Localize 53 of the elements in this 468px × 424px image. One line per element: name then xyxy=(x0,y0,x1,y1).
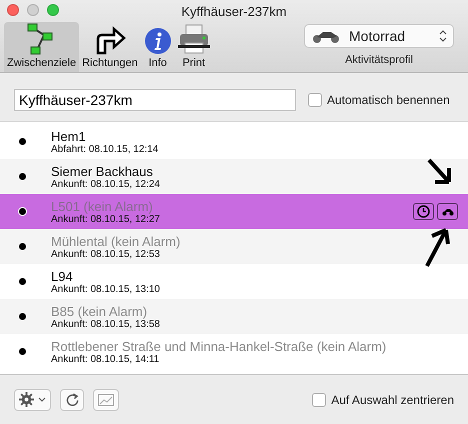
waypoint-time: Ankunft: 08.10.15, 13:10 xyxy=(51,284,160,294)
waypoint-time: Ankunft: 08.10.15, 12:53 xyxy=(51,248,160,260)
refresh-icon xyxy=(66,393,78,406)
settings-icon xyxy=(19,392,34,407)
profile-select[interactable]: Motorrad xyxy=(304,24,454,48)
waypoint-name: Mühlental (kein Alarm) xyxy=(51,234,180,248)
waypoint-name: Rottlebener Straße und Minna-Hankel-Straße (kein Alarm) xyxy=(51,338,386,354)
bullet-icon xyxy=(19,348,26,355)
center-selection-checkbox[interactable]: Auf Auswahl zentrieren xyxy=(312,392,454,406)
waypoint-name: Siemer Backhaus xyxy=(51,164,154,178)
waypoint-time: Ankunft: 08.10.15, 12:27 xyxy=(51,214,160,224)
motorcycle-icon xyxy=(442,208,454,216)
close-button[interactable] xyxy=(7,4,19,16)
bullet-icon xyxy=(19,208,26,215)
bullet-icon xyxy=(19,243,26,250)
waypoint-row[interactable]: Siemer Backhaus Ankunft: 08.10.15, 12:24 xyxy=(0,159,468,194)
line-chart-icon xyxy=(98,394,114,406)
refresh-button[interactable] xyxy=(60,388,84,410)
waypoint-row[interactable]: L501 (kein Alarm) Ankunft: 08.10.15, 12:27 xyxy=(0,194,468,229)
bullet-icon xyxy=(19,278,26,285)
waypoint-name: L501 (kein Alarm) xyxy=(51,198,154,214)
waypoint-name: Hem1 xyxy=(51,128,87,144)
waypoint-row[interactable]: Mühlental (kein Alarm) Ankunft: 08.10.15, 12:53 xyxy=(0,229,468,264)
zoom-button[interactable] xyxy=(47,4,59,16)
waypoint-row[interactable]: B85 (kein Alarm) Ankunft: 08.10.15, 13:58 xyxy=(0,299,468,334)
printer-icon xyxy=(178,23,210,55)
toolbar-tab[interactable]: Zwischenziele xyxy=(4,22,80,72)
bullet-icon xyxy=(19,138,26,145)
updown-arrows-icon xyxy=(439,30,447,42)
auto-name-checkbox[interactable]: Automatisch benennen xyxy=(308,93,450,107)
bullet-icon xyxy=(19,173,26,180)
bullet-icon xyxy=(19,313,26,320)
profile-label: Aktivitätsprofil xyxy=(345,54,413,66)
motorcycle-button[interactable] xyxy=(437,203,458,220)
waypoint-time: Abfahrt: 08.10.15, 12:14 xyxy=(51,144,158,154)
settings-menu-button[interactable] xyxy=(14,388,51,410)
waypoint-time: Ankunft: 08.10.15, 13:58 xyxy=(51,318,160,330)
waypoint-time: Ankunft: 08.10.15, 12:24 xyxy=(51,178,160,190)
waypoint-name: B85 (kein Alarm) xyxy=(51,304,148,318)
toolbar-tab[interactable]: Richtungen xyxy=(79,22,141,72)
motorcycle-icon xyxy=(311,29,341,43)
arrow-drawing xyxy=(427,158,453,186)
clock-icon xyxy=(417,205,430,218)
toolbar-tab[interactable]: Info xyxy=(140,22,175,72)
route-name-field[interactable]: Kyffhäuser-237km xyxy=(14,89,296,111)
toolbar-tab[interactable]: Print xyxy=(174,22,213,72)
info-icon xyxy=(144,27,172,55)
arrow-drawing xyxy=(424,226,452,268)
waypoint-name: L94 xyxy=(51,268,74,284)
clock-button[interactable] xyxy=(413,203,434,220)
window-title: Kyffhäuser-237km xyxy=(181,4,287,18)
chevron-down-icon xyxy=(38,397,46,402)
waypoint-time: Ankunft: 08.10.15, 14:11 xyxy=(51,354,160,364)
